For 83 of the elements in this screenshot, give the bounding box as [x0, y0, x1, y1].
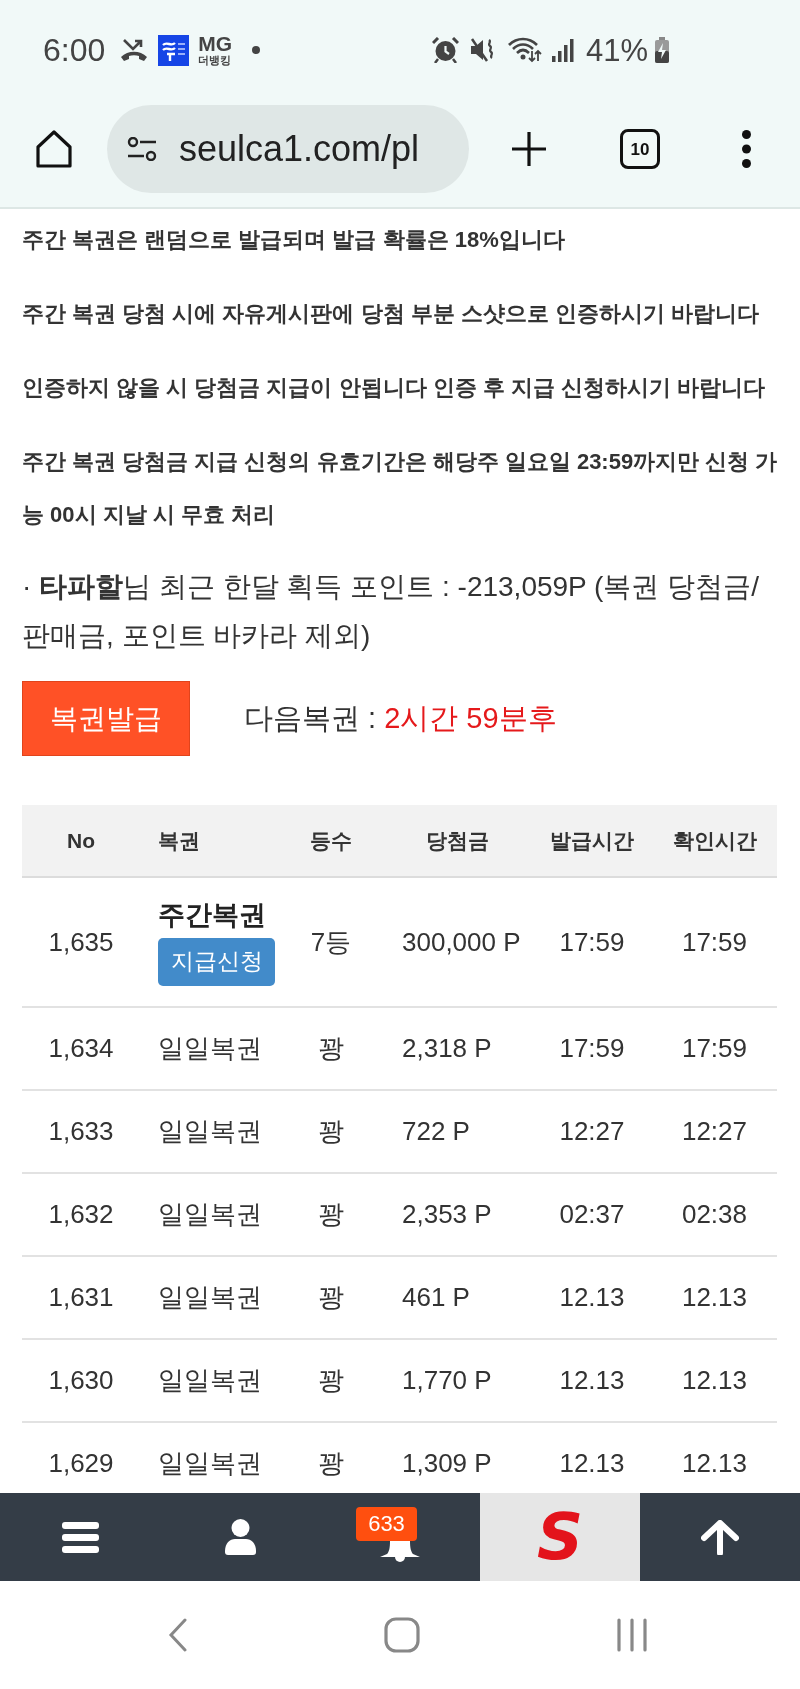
issue-time-cell: 02:37: [532, 1173, 652, 1256]
plus-icon[interactable]: [511, 131, 547, 167]
issue-time-cell: 12.13: [532, 1339, 652, 1422]
rank-cell: 꽝: [280, 1339, 382, 1422]
issue-time-cell: 12.13: [532, 1256, 652, 1339]
ticket-type-cell: 일일복권: [140, 1339, 280, 1422]
rank-cell: 꽝: [280, 1256, 382, 1339]
rank-cell: 꽝: [280, 1090, 382, 1173]
address-bar[interactable]: seulca1.com/pl: [107, 105, 469, 193]
claim-button[interactable]: 지급신청: [158, 937, 275, 986]
battery-percent: 41%: [586, 34, 649, 66]
recent-apps-icon[interactable]: [616, 1618, 648, 1652]
tab-switcher-button[interactable]: 10: [620, 129, 660, 169]
dot-icon: [252, 46, 261, 54]
app-logo-subtext: 더뱅킹: [198, 53, 232, 67]
issue-ticket-button[interactable]: 복권발급: [22, 681, 190, 756]
number-cell: 1,635: [22, 877, 140, 1007]
prize-cell: 300,000 P: [382, 877, 532, 1007]
issue-time-cell: 12.13: [532, 1422, 652, 1493]
column-header: 등수: [280, 805, 382, 877]
number-cell: 1,629: [22, 1422, 140, 1493]
check-time-cell: 17:59: [652, 1007, 777, 1090]
battery-charging-icon: [654, 37, 671, 63]
column-header: 당첨금: [382, 805, 532, 877]
app-logo-text: MG: [198, 33, 233, 54]
number-cell: 1,630: [22, 1339, 140, 1422]
ticket-type-cell: 일일복권: [140, 1256, 280, 1339]
notice-text: 주간 복권은 랜덤으로 발급되며 발급 확률은 18%입니다: [22, 226, 566, 254]
rank-cell: 꽝: [280, 1422, 382, 1493]
prize-cell: 2,353 P: [382, 1173, 532, 1256]
column-header: 복권: [140, 805, 280, 877]
prize-cell: 722 P: [382, 1090, 532, 1173]
number-cell: 1,634: [22, 1007, 140, 1090]
notice-text: 주간 복권 당첨금 지급 신청의 유효기간은 해당주 일요일 23:59까지만 신청 가능 00시 지날 시 무효 처리: [22, 448, 778, 529]
home-button-icon[interactable]: [384, 1617, 420, 1653]
notice-text: 인증하지 않을 시 당첨금 지급이 안됩니다 인증 후 지급 신청하시기 바랍니다: [22, 374, 767, 402]
signal-icon: [552, 38, 575, 62]
issue-time-cell: 12:27: [532, 1090, 652, 1173]
bank-app-icon: [158, 34, 190, 66]
points-summary-text: · 타파할님 최근 한달 획득 포인트 : -213,059P (복권 당첨금/판매금, 포인트 바카라 제외): [22, 570, 760, 653]
check-time-cell: 12:27: [652, 1090, 777, 1173]
arrow-up-icon: [701, 1519, 739, 1555]
check-time-cell: 12.13: [652, 1256, 777, 1339]
rank-cell: 꽝: [280, 1173, 382, 1256]
person-icon: [224, 1519, 256, 1555]
column-header: 확인시간: [652, 805, 777, 877]
check-time-cell: 12.13: [652, 1422, 777, 1493]
ticket-type-cell: 일일복권: [140, 1422, 280, 1493]
bell-icon: [380, 1541, 420, 1564]
wifi-icon: [508, 37, 543, 63]
check-time-cell: 12.13: [652, 1339, 777, 1422]
check-time-cell: 02:38: [652, 1173, 777, 1256]
missed-call-icon: [120, 38, 149, 62]
ticket-type-cell: 주간복권: [158, 898, 266, 931]
site-settings-icon[interactable]: [127, 137, 157, 161]
more-options-icon[interactable]: [742, 130, 751, 168]
next-ticket-countdown: 2시간 59분후: [384, 700, 557, 736]
clock-time: 6:00: [43, 34, 106, 66]
menu-icon: [61, 1521, 99, 1553]
back-icon[interactable]: [168, 1618, 188, 1652]
number-cell: 1,632: [22, 1173, 140, 1256]
home-icon[interactable]: [34, 129, 74, 169]
issue-time-cell: 17:59: [532, 1007, 652, 1090]
ticket-type-cell: 일일복권: [140, 1090, 280, 1173]
ticket-type-cell: 일일복권: [140, 1173, 280, 1256]
ticket-type-cell: 일일복권: [140, 1007, 280, 1090]
check-time-cell: 17:59: [652, 877, 777, 1007]
number-cell: 1,631: [22, 1256, 140, 1339]
prize-cell: 1,309 P: [382, 1422, 532, 1493]
column-header: 발급시간: [532, 805, 652, 877]
column-header: No: [22, 805, 140, 877]
rank-cell: 꽝: [280, 1007, 382, 1090]
prize-cell: 1,770 P: [382, 1339, 532, 1422]
alarm-clock-icon: [432, 37, 460, 63]
rank-cell: 7등: [280, 877, 382, 1007]
next-ticket-label: 다음복권 :: [244, 700, 377, 736]
issue-time-cell: 17:59: [532, 877, 652, 1007]
notice-text: 주간 복권 당첨 시에 자유게시판에 당첨 부분 스샷으로 인증하시기 바랍니다: [22, 300, 760, 328]
number-cell: 1,633: [22, 1090, 140, 1173]
prize-cell: 2,318 P: [382, 1007, 532, 1090]
logo-button[interactable]: S: [480, 1493, 640, 1581]
notification-count-badge: 633: [356, 1507, 417, 1541]
prize-cell: 461 P: [382, 1256, 532, 1339]
